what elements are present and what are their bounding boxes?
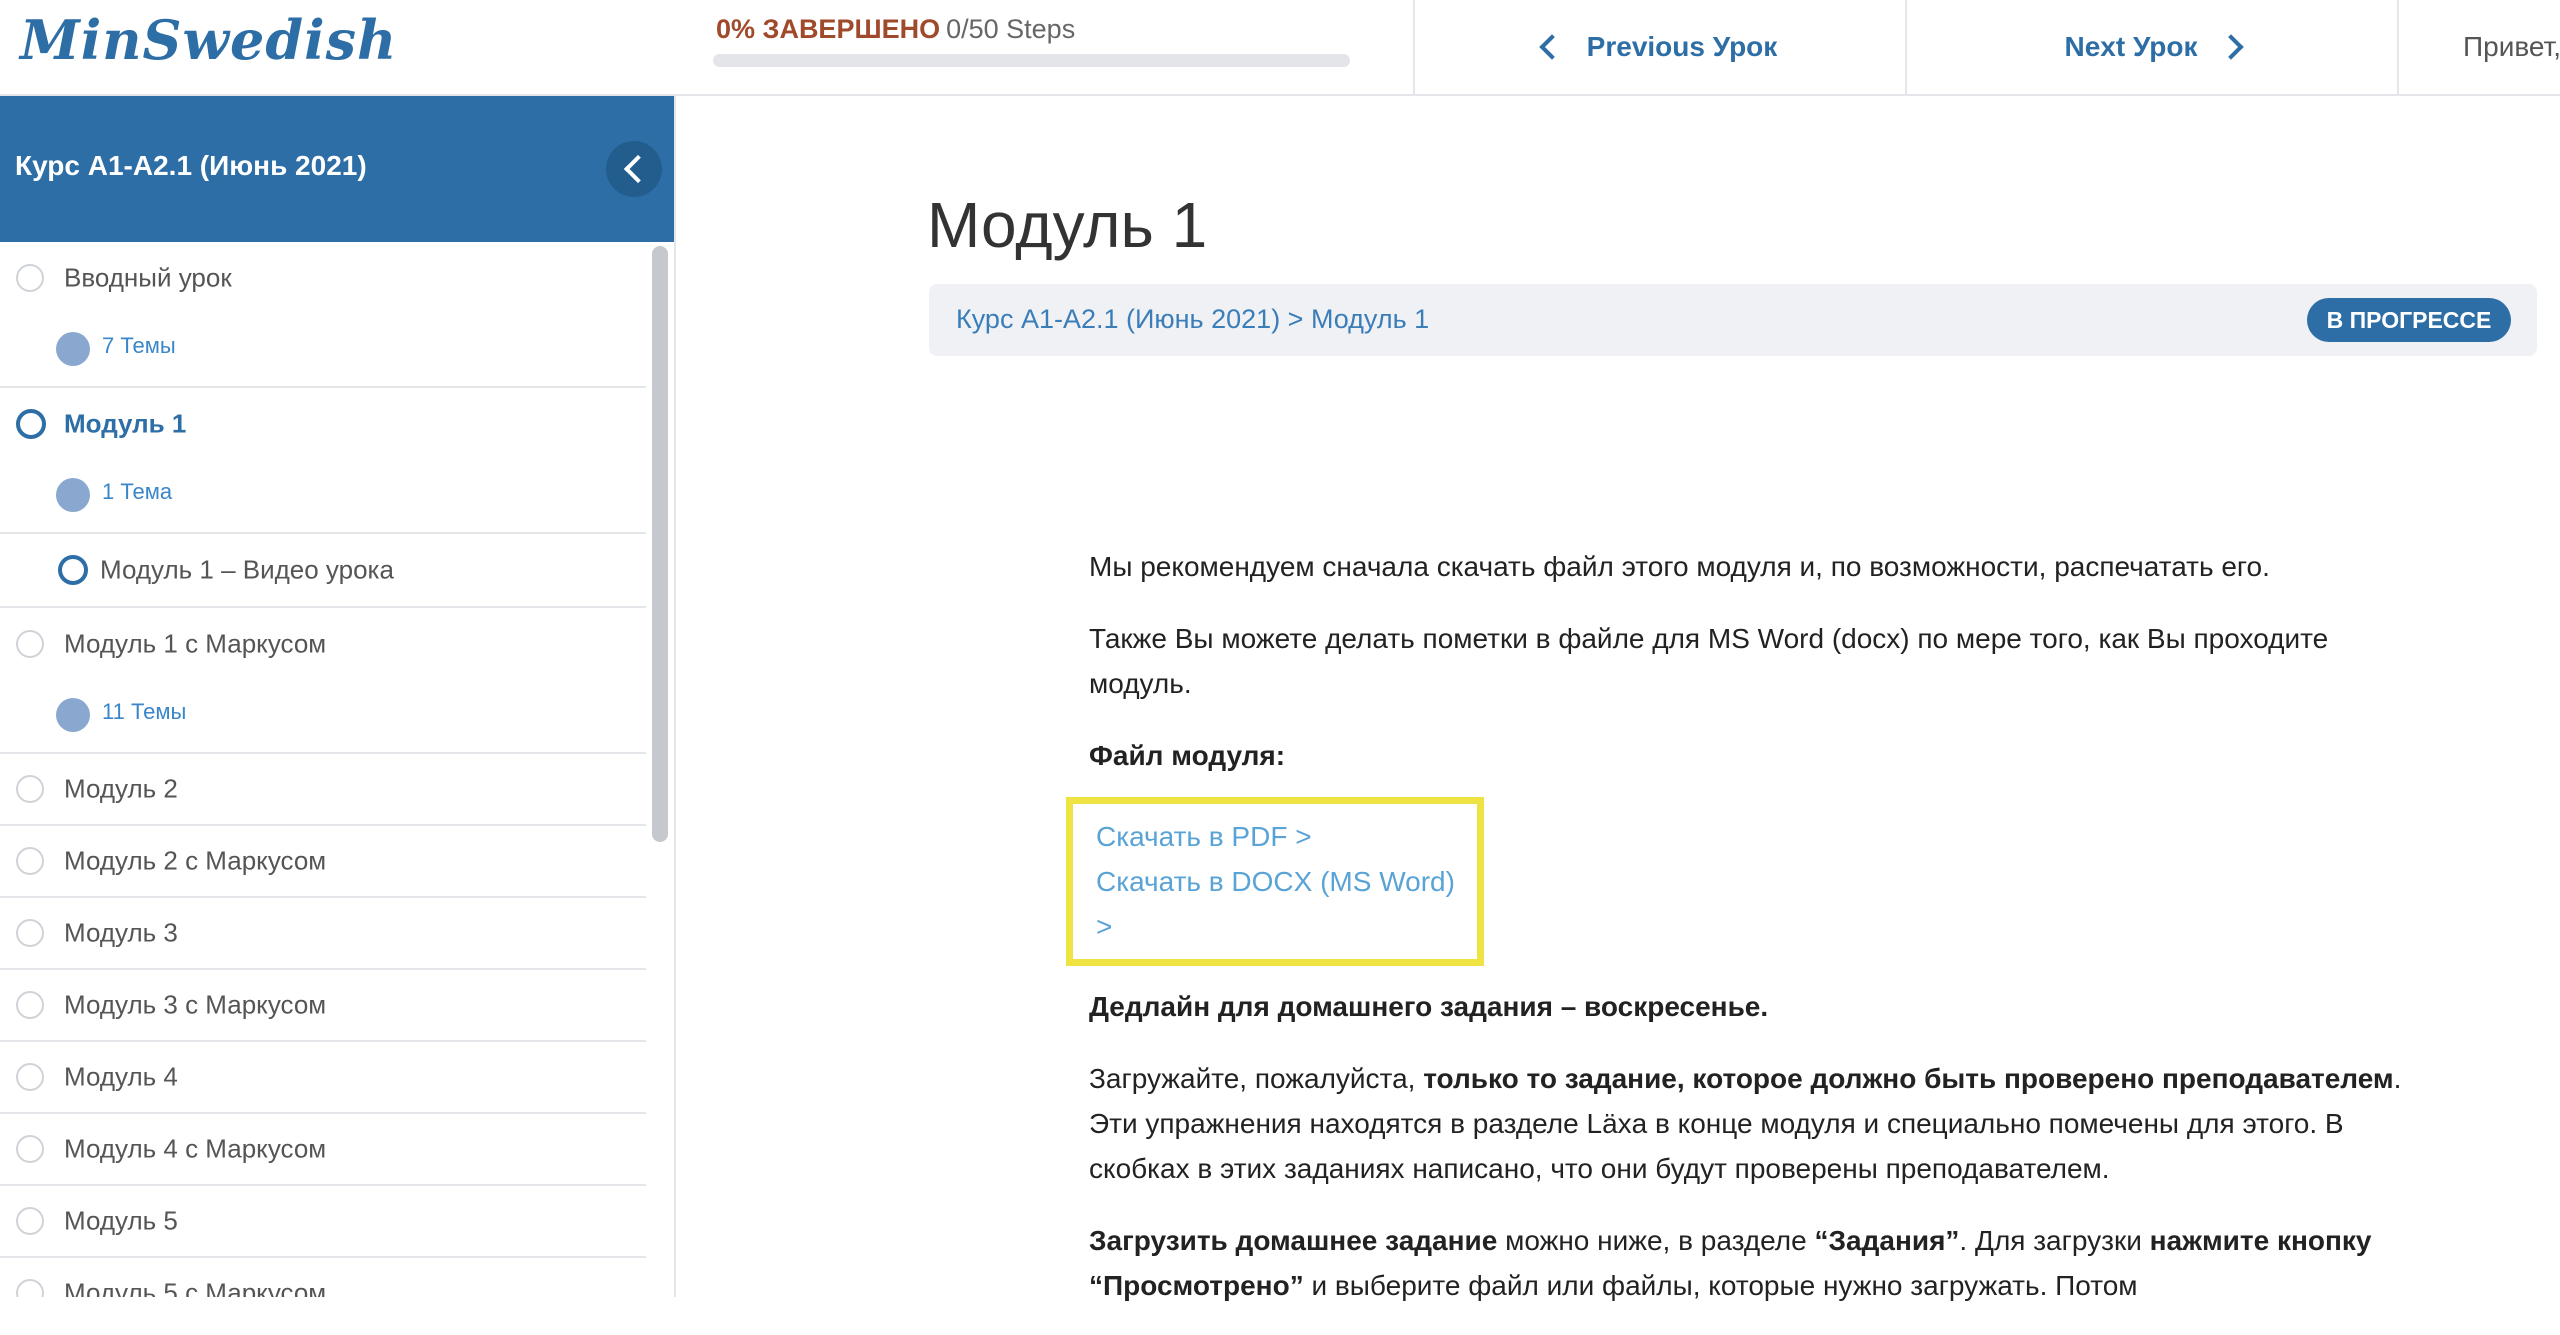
status-circle-icon bbox=[58, 555, 88, 585]
lesson-item[interactable]: Модуль 5 bbox=[0, 1186, 646, 1258]
lesson-label: Модуль 3 bbox=[64, 917, 178, 948]
sidebar-scrollbar[interactable] bbox=[652, 246, 668, 842]
status-circle-icon bbox=[16, 919, 44, 947]
status-circle-icon bbox=[16, 409, 46, 439]
lesson-item[interactable]: Модуль 2 bbox=[0, 754, 646, 826]
lesson-item[interactable]: Модуль 2 с Маркусом bbox=[0, 826, 646, 898]
status-badge: В ПРОГРЕССЕ bbox=[2307, 298, 2511, 342]
site-logo[interactable]: MinSwedish bbox=[20, 8, 397, 72]
status-circle-icon bbox=[16, 775, 44, 803]
topics-count[interactable]: 1 Тема bbox=[0, 460, 646, 532]
chevron-left-icon bbox=[623, 154, 653, 184]
course-title[interactable]: Курс A1-A2.1 (Июнь 2021) bbox=[15, 150, 367, 182]
lesson-list: Вводный урок 7 Темы Модуль 1 1 Тема Моду… bbox=[0, 242, 646, 1297]
lesson-item[interactable]: Вводный урок bbox=[0, 242, 646, 314]
status-circle-icon bbox=[16, 1279, 44, 1297]
lesson-label: Модуль 1 bbox=[64, 408, 187, 439]
previous-lesson-button[interactable]: Previous Урок bbox=[1413, 0, 1905, 94]
progress-percent: 0% ЗАВЕРШЕНО bbox=[716, 14, 941, 44]
chevron-left-icon bbox=[1538, 34, 1565, 60]
lesson-item[interactable]: Модуль 3 bbox=[0, 898, 646, 970]
user-greeting[interactable]: Привет, bbox=[2397, 0, 2560, 94]
topics-dot-icon bbox=[56, 332, 90, 366]
topics-count-label: 7 Темы bbox=[102, 333, 176, 358]
sub-lesson-item[interactable]: Модуль 1 – Видео урока bbox=[0, 534, 646, 608]
lesson-label: Вводный урок bbox=[64, 262, 232, 293]
chevron-right-icon bbox=[2217, 34, 2244, 60]
download-links-box: Скачать в PDF > Скачать в DOCX (MS Word)… bbox=[1066, 797, 1484, 966]
course-sidebar: Курс A1-A2.1 (Июнь 2021) Вводный урок 7 … bbox=[0, 96, 676, 1297]
lesson-label: Модуль 4 bbox=[64, 1061, 178, 1092]
top-bar: MinSwedish 0% ЗАВЕРШЕНО 0/50 Steps Previo… bbox=[0, 0, 2560, 96]
lesson-item[interactable]: Модуль 4 с Маркусом bbox=[0, 1114, 646, 1186]
lesson-item[interactable]: Модуль 3 с Маркусом bbox=[0, 970, 646, 1042]
lesson-label: Модуль 3 с Маркусом bbox=[64, 989, 327, 1020]
download-pdf-link[interactable]: Скачать в PDF > bbox=[1096, 814, 1477, 859]
collapse-sidebar-button[interactable] bbox=[606, 141, 662, 197]
status-circle-icon bbox=[16, 630, 44, 658]
course-header: Курс A1-A2.1 (Июнь 2021) bbox=[0, 96, 674, 242]
status-circle-icon bbox=[16, 1207, 44, 1235]
breadcrumb[interactable]: Курс A1-A2.1 (Июнь 2021) > Модуль 1 bbox=[956, 304, 1429, 335]
page-title: Модуль 1 bbox=[927, 189, 1208, 261]
deadline-note: Дедлайн для домашнего задания – воскресе… bbox=[1089, 991, 1769, 1022]
lesson-label: Модуль 2 bbox=[64, 773, 178, 804]
lesson-group: Модуль 1 1 Тема bbox=[0, 388, 646, 534]
lesson-content: Мы рекомендуем сначала скачать файл этог… bbox=[1066, 544, 2409, 1335]
lesson-item[interactable]: Модуль 1 с Маркусом bbox=[0, 608, 646, 680]
lesson-label: Модуль 5 bbox=[64, 1205, 178, 1236]
sub-lesson-label: Модуль 1 – Видео урока bbox=[100, 554, 394, 585]
status-circle-icon bbox=[16, 1063, 44, 1091]
progress-bar bbox=[713, 54, 1350, 67]
status-circle-icon bbox=[16, 847, 44, 875]
status-circle-icon bbox=[16, 264, 44, 292]
intro-paragraph: Мы рекомендуем сначала скачать файл этог… bbox=[1089, 551, 2270, 582]
previous-lesson-label: Previous Урок bbox=[1586, 31, 1778, 62]
topics-count[interactable]: 7 Темы bbox=[0, 314, 646, 386]
lesson-label: Модуль 1 с Маркусом bbox=[64, 628, 327, 659]
progress-steps: 0/50 Steps bbox=[946, 14, 1076, 44]
lesson-label: Модуль 2 с Маркусом bbox=[64, 845, 327, 876]
lesson-label: Модуль 5 с Маркусом bbox=[64, 1277, 327, 1298]
notes-paragraph: Также Вы можете делать пометки в файле д… bbox=[1089, 623, 2329, 699]
homework-instructions: Загрузить домашнее задание можно ниже, в… bbox=[1089, 1225, 2372, 1301]
status-circle-icon bbox=[16, 1135, 44, 1163]
lesson-item-active[interactable]: Модуль 1 bbox=[0, 388, 646, 460]
upload-instructions: Загружайте, пожалуйста, только то задани… bbox=[1089, 1063, 2402, 1184]
topics-dot-icon bbox=[56, 698, 90, 732]
topics-dot-icon bbox=[56, 478, 90, 512]
next-lesson-label: Next Урок bbox=[2064, 31, 2198, 62]
lesson-group: Модуль 1 с Маркусом 11 Темы bbox=[0, 608, 646, 754]
next-lesson-button[interactable]: Next Урок bbox=[1905, 0, 2397, 94]
progress-status: 0% ЗАВЕРШЕНО 0/50 Steps bbox=[716, 14, 1075, 45]
lesson-item[interactable]: Модуль 5 с Маркусом bbox=[0, 1258, 646, 1297]
status-circle-icon bbox=[16, 991, 44, 1019]
lesson-group: Вводный урок 7 Темы bbox=[0, 242, 646, 388]
topics-count-label: 1 Тема bbox=[102, 479, 173, 504]
breadcrumb-bar: Курс A1-A2.1 (Июнь 2021) > Модуль 1 В ПР… bbox=[929, 284, 2537, 356]
lesson-item[interactable]: Модуль 4 bbox=[0, 1042, 646, 1114]
file-heading: Файл модуля: bbox=[1089, 740, 1286, 771]
topics-count-label: 11 Темы bbox=[102, 699, 187, 724]
lesson-label: Модуль 4 с Маркусом bbox=[64, 1133, 327, 1164]
download-docx-link[interactable]: Скачать в DOCX (MS Word) > bbox=[1096, 859, 1477, 949]
topics-count[interactable]: 11 Темы bbox=[0, 680, 646, 752]
